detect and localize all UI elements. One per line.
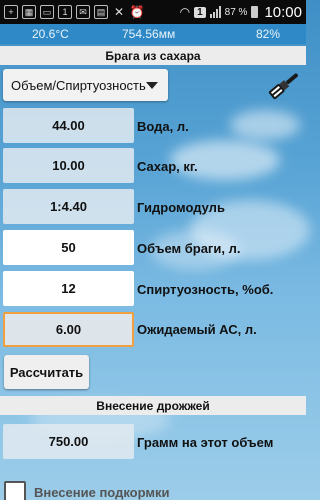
window-icon: ▭	[40, 5, 54, 19]
sim-icon: ▤	[94, 5, 108, 19]
sugar-value-field: 10.00	[3, 148, 134, 183]
calendar-icon: ▦	[22, 5, 36, 19]
sim-slot-icon: 1	[194, 6, 206, 18]
pressure: 754.56мм	[122, 27, 176, 41]
humidity: 82%	[256, 27, 281, 41]
page-title: Брага из сахара	[0, 46, 306, 65]
water-label: Вода, л.	[137, 119, 189, 134]
feeding-checkbox[interactable]	[4, 481, 26, 500]
yeast-section-title: Внесение дрожжей	[0, 396, 306, 415]
sugar-label: Сахар, кг.	[137, 159, 198, 174]
feeding-checkbox-label: Внесение подкормки	[34, 484, 170, 500]
calculate-button[interactable]: Рассчитать	[4, 355, 89, 389]
wifi-icon: ◠	[179, 5, 191, 19]
mail-icon: ✉	[76, 5, 90, 19]
notification-badge-icon: 1	[58, 5, 72, 19]
alcohol-strength-input[interactable]: 12	[3, 271, 134, 306]
paint-brush-icon[interactable]	[263, 68, 303, 102]
plus-icon: +	[4, 5, 18, 19]
expected-alcohol-label: Ожидаемый АС, л.	[137, 322, 257, 337]
mash-volume-input[interactable]: 50	[3, 230, 134, 265]
hydromodule-value-field: 1:4.40	[3, 189, 134, 224]
weather-strip: 20.6°C 754.56мм 82%	[0, 24, 306, 44]
water-value-field: 44.00	[3, 108, 134, 143]
yeast-grams-field: 750.00	[3, 424, 134, 459]
clock: 10:00	[264, 3, 302, 21]
hydromodule-label: Гидромодуль	[137, 200, 225, 215]
battery-icon	[251, 6, 259, 18]
alcohol-strength-label: Спиртуозность, %об.	[137, 282, 274, 297]
mode-dropdown[interactable]: Объем/Спиртуозность	[3, 69, 168, 101]
chevron-down-icon	[146, 82, 158, 89]
temperature: 20.6°C	[32, 27, 69, 41]
expected-alcohol-field[interactable]: 6.00	[3, 312, 134, 347]
feeding-checkbox-row[interactable]: Внесение подкормки	[4, 481, 170, 500]
signal-icon	[209, 6, 221, 18]
muted-icon: ✕	[113, 5, 125, 19]
yeast-grams-label: Грамм на этот объем	[137, 435, 274, 450]
mash-volume-label: Объем браги, л.	[137, 241, 241, 256]
status-bar: + ▦ ▭ 1 ✉ ▤ ✕ ⏰ ◠ 1 87 % 10:00	[0, 0, 306, 24]
battery-percent: 87 %	[224, 6, 248, 18]
alarm-icon: ⏰	[129, 5, 145, 19]
mode-dropdown-value: Объем/Спиртуозность	[11, 77, 146, 93]
